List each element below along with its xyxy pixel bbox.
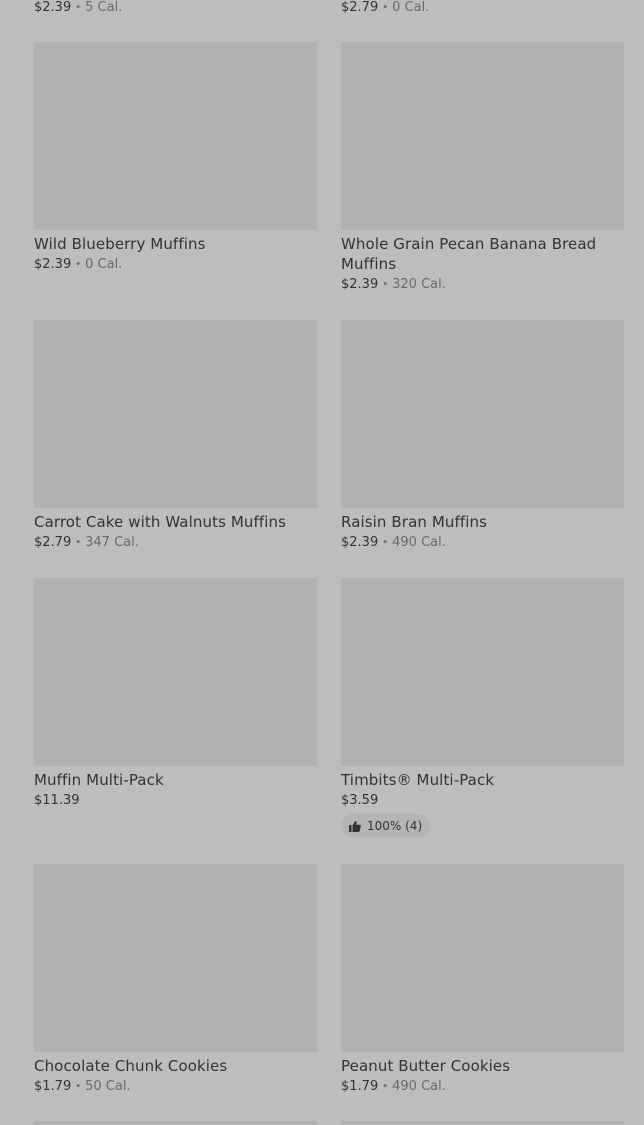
item-calories: 490 Cal.	[392, 535, 446, 550]
item-name: Timbits® Multi-Pack	[341, 771, 495, 789]
item-meta: $3.59	[341, 792, 624, 810]
item-price: $2.39	[341, 277, 379, 292]
meta-separator: •	[382, 279, 389, 290]
item-meta: $11.39	[34, 792, 317, 810]
item-meta: $1.79 • 50 Cal.	[34, 1078, 317, 1096]
meta-separator: •	[382, 1081, 389, 1092]
item-calories: 320 Cal.	[392, 277, 446, 292]
menu-item-card[interactable]: Raisin Bran Muffins $2.39 • 490 Cal.	[341, 320, 624, 552]
item-image[interactable]	[341, 1121, 624, 1125]
menu-item-card[interactable]: Muffin Multi-Pack $11.39	[34, 578, 317, 810]
menu-item-card[interactable]: Whole Grain Pecan Banana Bread Muffins $…	[341, 42, 624, 294]
item-meta-top-right: $2.79 • 0 Cal.	[341, 0, 429, 16]
item-calories: 347 Cal.	[85, 535, 139, 550]
menu-item-card[interactable]: Peanut Butter Cookies $1.79 • 490 Cal.	[341, 864, 624, 1096]
item-name: Wild Blueberry Muffins	[34, 235, 206, 253]
item-image	[341, 320, 624, 508]
menu-item-card[interactable]: Carrot Cake with Walnuts Muffins $2.79 • 3…	[34, 320, 317, 552]
item-image	[34, 578, 317, 766]
item-image	[34, 320, 317, 508]
menu-item-card[interactable]: Timbits® Multi-Pack $3.59 100% (4)	[341, 578, 624, 838]
item-meta: $2.79 • 347 Cal.	[34, 534, 317, 552]
item-price: $2.79	[34, 535, 72, 550]
item-image	[341, 864, 624, 1052]
item-name: Whole Grain Pecan Banana Bread Muffins	[341, 235, 597, 273]
item-calories: 0 Cal.	[392, 0, 430, 15]
meta-separator: •	[382, 537, 389, 548]
item-image	[341, 42, 624, 230]
item-price: $11.39	[34, 793, 80, 808]
meta-separator: •	[75, 537, 82, 548]
item-calories: 5 Cal.	[85, 0, 123, 15]
item-calories: 0 Cal.	[85, 257, 123, 272]
meta-separator: •	[75, 2, 82, 13]
item-meta-top-left: $2.39 • 5 Cal.	[34, 0, 122, 16]
meta-separator: •	[75, 1081, 82, 1092]
item-name: Raisin Bran Muffins	[341, 513, 488, 531]
rating-badge: 100% (4)	[341, 814, 431, 838]
item-price: $2.79	[341, 0, 379, 15]
item-price: $2.39	[34, 257, 72, 272]
item-calories: 490 Cal.	[392, 1079, 446, 1094]
item-image	[34, 864, 317, 1052]
item-price: $2.39	[34, 0, 72, 15]
item-price: $2.39	[341, 535, 379, 550]
meta-separator: •	[75, 259, 82, 270]
item-meta: $2.39 • 0 Cal.	[34, 256, 317, 274]
rating-text: 100% (4)	[367, 819, 423, 833]
item-price: $3.59	[341, 793, 379, 808]
item-meta: $2.39 • 320 Cal.	[341, 276, 624, 294]
menu-item-card[interactable]: Wild Blueberry Muffins $2.39 • 0 Cal.	[34, 42, 317, 274]
item-image	[341, 578, 624, 766]
item-name: Carrot Cake with Walnuts Muffins	[34, 513, 287, 531]
item-calories: 50 Cal.	[85, 1079, 131, 1094]
item-image[interactable]	[34, 1121, 317, 1125]
item-name: Muffin Multi-Pack	[34, 771, 164, 789]
meta-separator: •	[382, 2, 389, 13]
item-name: Peanut Butter Cookies	[341, 1057, 511, 1075]
menu-item-card[interactable]: Chocolate Chunk Cookies $1.79 • 50 Cal.	[34, 864, 317, 1096]
item-image	[34, 42, 317, 230]
item-price: $1.79	[341, 1079, 379, 1094]
item-name: Chocolate Chunk Cookies	[34, 1057, 228, 1075]
item-meta: $2.39 • 490 Cal.	[341, 534, 624, 552]
thumbs-up-icon	[349, 820, 361, 832]
item-meta: $1.79 • 490 Cal.	[341, 1078, 624, 1096]
item-price: $1.79	[34, 1079, 72, 1094]
